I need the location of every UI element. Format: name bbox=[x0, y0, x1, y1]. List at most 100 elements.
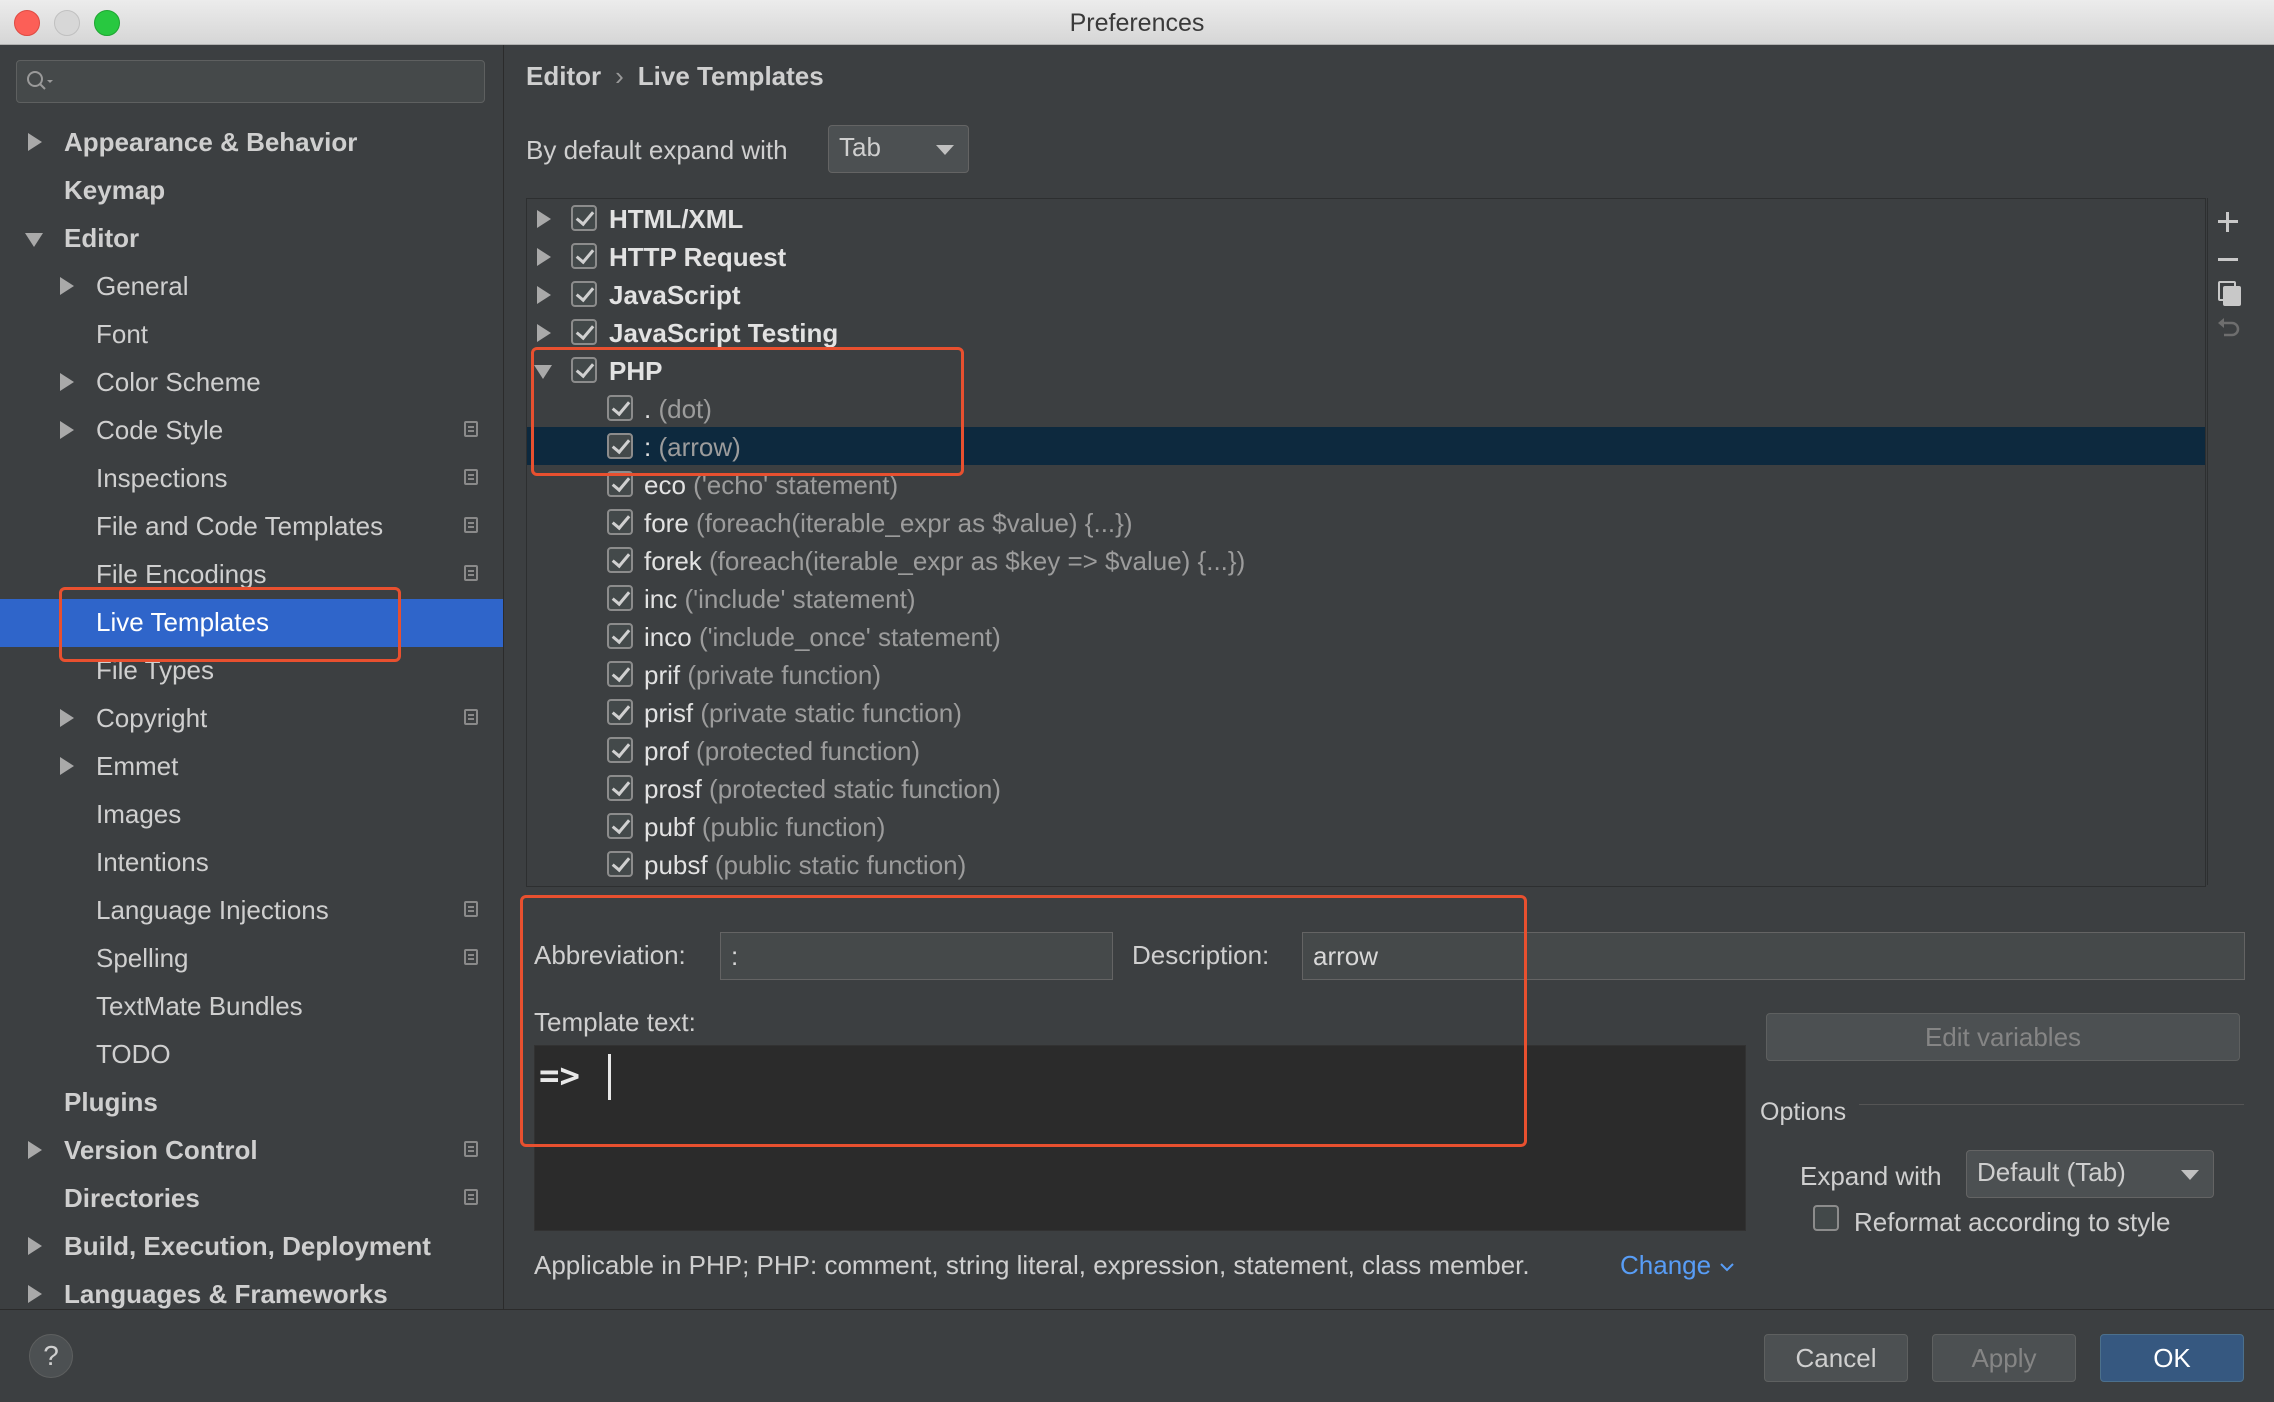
abbreviation-input[interactable]: : bbox=[720, 932, 1113, 980]
sidebar-item[interactable]: Intentions bbox=[0, 839, 503, 887]
template-abbreviation: . bbox=[644, 394, 652, 424]
expand-right-icon[interactable] bbox=[28, 1237, 42, 1255]
expand-right-icon[interactable] bbox=[537, 324, 551, 342]
expand-right-icon[interactable] bbox=[537, 286, 551, 304]
sidebar-item[interactable]: Font bbox=[0, 311, 503, 359]
template-checkbox[interactable] bbox=[607, 813, 633, 839]
template-group-checkbox[interactable] bbox=[571, 281, 597, 307]
add-icon[interactable] bbox=[2214, 208, 2242, 236]
sidebar-item[interactable]: Images bbox=[0, 791, 503, 839]
sidebar-item[interactable]: Live Templates bbox=[0, 599, 503, 647]
template-text-editor[interactable]: => bbox=[534, 1045, 1746, 1231]
template-checkbox[interactable] bbox=[607, 851, 633, 877]
template-row[interactable]: inco ('include_once' statement) bbox=[527, 617, 2205, 655]
template-group-name: HTML/XML bbox=[609, 204, 744, 234]
template-checkbox[interactable] bbox=[607, 509, 633, 535]
template-group-row[interactable]: HTTP Request bbox=[527, 237, 2205, 275]
copy-icon[interactable] bbox=[2214, 278, 2242, 306]
expand-right-icon[interactable] bbox=[28, 1141, 42, 1159]
template-checkbox[interactable] bbox=[607, 585, 633, 611]
applicable-contexts-text: Applicable in PHP; PHP: comment, string … bbox=[534, 1250, 1530, 1280]
template-checkbox[interactable] bbox=[607, 395, 633, 421]
template-label: pubsf (public static function) bbox=[644, 850, 966, 881]
template-checkbox[interactable] bbox=[607, 547, 633, 573]
sidebar-item[interactable]: Build, Execution, Deployment bbox=[0, 1223, 503, 1271]
expand-right-icon[interactable] bbox=[537, 210, 551, 228]
template-checkbox[interactable] bbox=[607, 737, 633, 763]
template-group-row[interactable]: HTML/XML bbox=[527, 199, 2205, 237]
expand-right-icon[interactable] bbox=[60, 757, 74, 775]
sidebar-item[interactable]: Code Style bbox=[0, 407, 503, 455]
sidebar-item[interactable]: TextMate Bundles bbox=[0, 983, 503, 1031]
template-row[interactable]: prisf (private static function) bbox=[527, 693, 2205, 731]
expand-right-icon[interactable] bbox=[60, 373, 74, 391]
expand-right-icon[interactable] bbox=[60, 277, 74, 295]
cancel-button[interactable]: Cancel bbox=[1764, 1334, 1908, 1382]
template-row[interactable]: prif (private function) bbox=[527, 655, 2205, 693]
template-row[interactable]: forek (foreach(iterable_expr as $key => … bbox=[527, 541, 2205, 579]
sidebar-item[interactable]: Language Injections bbox=[0, 887, 503, 935]
sidebar-item[interactable]: File Encodings bbox=[0, 551, 503, 599]
change-contexts-link[interactable]: Change bbox=[1620, 1250, 1736, 1281]
template-row[interactable]: . (dot) bbox=[527, 389, 2205, 427]
sidebar-item[interactable]: General bbox=[0, 263, 503, 311]
ok-button[interactable]: OK bbox=[2100, 1334, 2244, 1382]
sidebar-item-label: File Types bbox=[96, 655, 215, 685]
template-checkbox[interactable] bbox=[607, 623, 633, 649]
sidebar-item[interactable]: File and Code Templates bbox=[0, 503, 503, 551]
template-group-checkbox[interactable] bbox=[571, 243, 597, 269]
expand-down-icon[interactable] bbox=[534, 365, 552, 379]
sidebar-item[interactable]: Inspections bbox=[0, 455, 503, 503]
sidebar-item[interactable]: File Types bbox=[0, 647, 503, 695]
project-settings-icon bbox=[464, 1141, 478, 1157]
template-row[interactable]: prosf (protected static function) bbox=[527, 769, 2205, 807]
template-group-row[interactable]: JavaScript Testing bbox=[527, 313, 2205, 351]
expand-right-icon[interactable] bbox=[537, 248, 551, 266]
template-group-checkbox[interactable] bbox=[571, 205, 597, 231]
expand-down-icon[interactable] bbox=[25, 233, 43, 247]
sidebar-item[interactable]: Editor bbox=[0, 215, 503, 263]
template-group-checkbox[interactable] bbox=[571, 319, 597, 345]
template-group-row[interactable]: JavaScript bbox=[527, 275, 2205, 313]
template-row[interactable]: prof (protected function) bbox=[527, 731, 2205, 769]
default-expand-select[interactable]: Tab bbox=[828, 125, 969, 173]
apply-button[interactable]: Apply bbox=[1932, 1334, 2076, 1382]
template-row[interactable]: fore (foreach(iterable_expr as $value) {… bbox=[527, 503, 2205, 541]
template-checkbox[interactable] bbox=[607, 661, 633, 687]
sidebar-item[interactable]: TODO bbox=[0, 1031, 503, 1079]
edit-variables-button[interactable]: Edit variables bbox=[1766, 1013, 2240, 1061]
title-bar: Preferences bbox=[0, 0, 2274, 45]
expand-right-icon[interactable] bbox=[28, 133, 42, 151]
template-checkbox[interactable] bbox=[607, 471, 633, 497]
help-button[interactable]: ? bbox=[29, 1334, 73, 1378]
template-checkbox[interactable] bbox=[607, 433, 633, 459]
template-row[interactable]: : (arrow) bbox=[527, 427, 2205, 465]
sidebar-item[interactable]: Directories bbox=[0, 1175, 503, 1223]
sidebar-item[interactable]: Copyright bbox=[0, 695, 503, 743]
reformat-checkbox[interactable] bbox=[1813, 1205, 1839, 1231]
sidebar-item[interactable]: Keymap bbox=[0, 167, 503, 215]
expand-right-icon[interactable] bbox=[60, 709, 74, 727]
template-group-checkbox[interactable] bbox=[571, 357, 597, 383]
template-row[interactable]: pubsf (public static function) bbox=[527, 845, 2205, 883]
template-row[interactable]: pubf (public function) bbox=[527, 807, 2205, 845]
template-row[interactable]: inc ('include' statement) bbox=[527, 579, 2205, 617]
template-row[interactable]: eco ('echo' statement) bbox=[527, 465, 2205, 503]
expand-right-icon[interactable] bbox=[60, 421, 74, 439]
template-checkbox[interactable] bbox=[607, 699, 633, 725]
description-input[interactable]: arrow bbox=[1302, 932, 2245, 980]
sidebar-item[interactable]: Appearance & Behavior bbox=[0, 119, 503, 167]
expand-with-select[interactable]: Default (Tab) bbox=[1966, 1150, 2214, 1198]
breadcrumb-parent[interactable]: Editor bbox=[526, 61, 601, 91]
sidebar-item[interactable]: Version Control bbox=[0, 1127, 503, 1175]
settings-search-input[interactable] bbox=[16, 60, 485, 103]
sidebar-item[interactable]: Emmet bbox=[0, 743, 503, 791]
sidebar-item[interactable]: Spelling bbox=[0, 935, 503, 983]
template-group-row[interactable]: PHP bbox=[527, 351, 2205, 389]
sidebar-item[interactable]: Plugins bbox=[0, 1079, 503, 1127]
revert-icon[interactable] bbox=[2214, 314, 2242, 342]
template-checkbox[interactable] bbox=[607, 775, 633, 801]
remove-icon[interactable] bbox=[2214, 246, 2242, 274]
expand-right-icon[interactable] bbox=[28, 1285, 42, 1303]
sidebar-item[interactable]: Color Scheme bbox=[0, 359, 503, 407]
